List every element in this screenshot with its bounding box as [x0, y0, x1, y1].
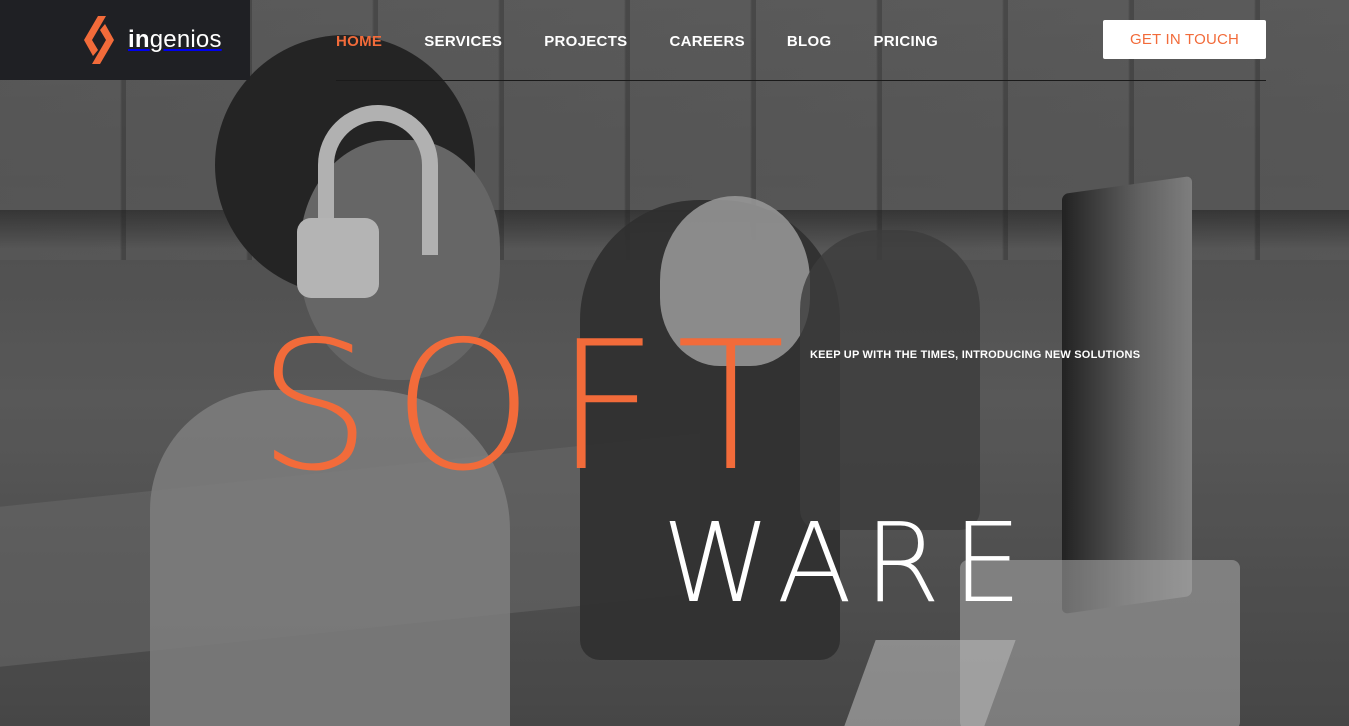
- logo[interactable]: ingenios: [0, 0, 250, 80]
- nav-item-careers[interactable]: CAREERS: [669, 33, 744, 50]
- nav-item-pricing[interactable]: PRICING: [873, 33, 938, 50]
- nav-divider: [336, 80, 1266, 81]
- logo-chevrons-icon: [84, 16, 114, 64]
- hero-tagline: KEEP UP WITH THE TIMES, INTRODUCING NEW …: [810, 349, 1141, 361]
- logo-text: ingenios: [128, 26, 222, 54]
- logo-text-bold: in: [128, 26, 150, 53]
- logo-text-rest: genios: [149, 26, 222, 53]
- main-nav: HOME SERVICES PROJECTS CAREERS BLOG PRIC…: [336, 30, 980, 52]
- nav-item-home[interactable]: HOME: [336, 33, 382, 50]
- nav-item-blog[interactable]: BLOG: [787, 33, 832, 50]
- nav-item-services[interactable]: SERVICES: [424, 33, 502, 50]
- nav-item-projects[interactable]: PROJECTS: [544, 33, 627, 50]
- hero-word-soft: SOFT: [258, 303, 808, 510]
- get-in-touch-button[interactable]: GET IN TOUCH: [1103, 20, 1266, 59]
- hero-word-ware: WARE: [662, 499, 1034, 627]
